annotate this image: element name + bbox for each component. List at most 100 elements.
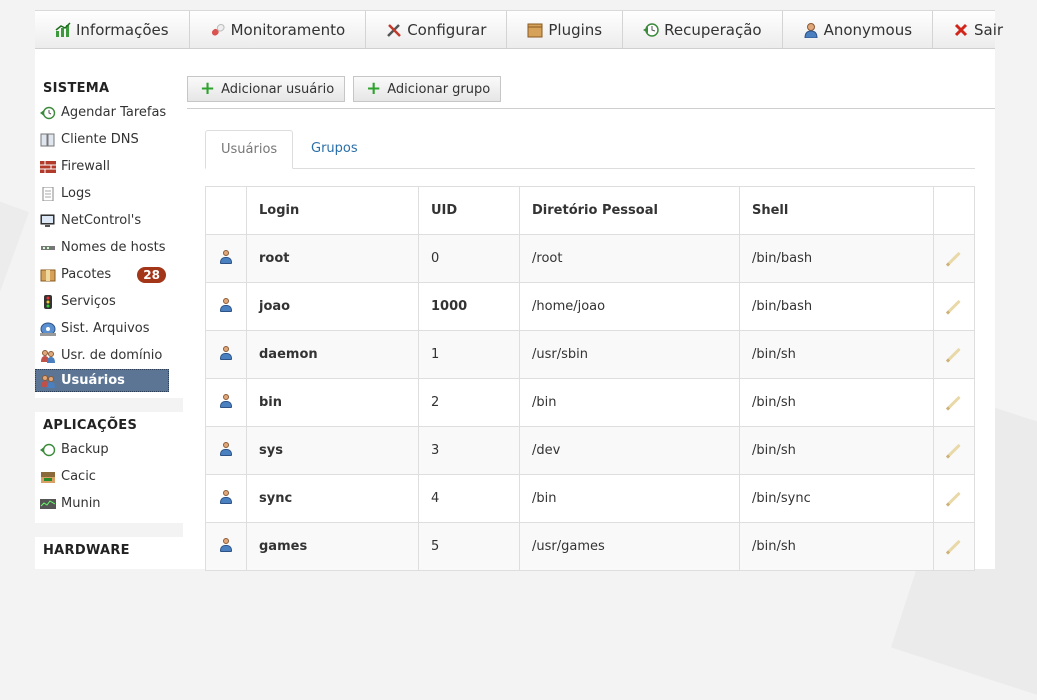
- sidebar-item-servicos[interactable]: Serviços: [35, 288, 183, 315]
- sidebar-item-munin[interactable]: Munin: [35, 490, 183, 517]
- cell-shell: /bin/bash: [739, 234, 934, 283]
- user-icon: [219, 345, 233, 360]
- menu-label: Configurar: [407, 20, 487, 39]
- cell-home: /root: [519, 234, 740, 283]
- header-login: Login: [246, 186, 419, 235]
- edit-cell[interactable]: [933, 234, 975, 283]
- sidebar-item-sist-arquivos[interactable]: Sist. Arquivos: [35, 315, 183, 342]
- user-icon: [219, 393, 233, 408]
- edit-cell[interactable]: [933, 522, 975, 571]
- pencil-icon[interactable]: [947, 251, 961, 266]
- cell-shell: /bin/sh: [739, 426, 934, 475]
- table-row[interactable]: bin 2 /bin /bin/sh: [205, 378, 975, 427]
- menu-recuperacao[interactable]: Recuperação: [623, 11, 783, 48]
- button-label: Adicionar grupo: [387, 81, 491, 97]
- menu-informacoes[interactable]: Informações: [35, 11, 190, 48]
- sidebar-item-logs[interactable]: Logs: [35, 180, 183, 207]
- sidebar-item-label: Backup: [61, 442, 109, 457]
- cell-uid: 0: [418, 234, 520, 283]
- add-user-button[interactable]: + Adicionar usuário: [187, 76, 346, 102]
- menu-monitoramento[interactable]: Monitoramento: [190, 11, 367, 48]
- sidebar-item-netcontrols[interactable]: NetControl's: [35, 207, 183, 234]
- network-icon: [40, 241, 56, 255]
- cell-shell: /bin/sh: [739, 378, 934, 427]
- menu-label: Recuperação: [664, 20, 762, 39]
- traffic-light-icon: [40, 294, 56, 309]
- cell-login: daemon: [246, 330, 419, 379]
- divider: [187, 108, 995, 109]
- table-row[interactable]: sync 4 /bin /bin/sync: [205, 474, 975, 523]
- cell-uid: 5: [418, 522, 520, 571]
- sidebar-item-label: Cacic: [61, 469, 96, 484]
- add-group-button[interactable]: + Adicionar grupo: [353, 76, 502, 102]
- user-icon: [219, 489, 233, 504]
- sidebar-section-title: HARDWARE: [43, 543, 130, 558]
- cell-home: /dev: [519, 426, 740, 475]
- cell-home: /bin: [519, 474, 740, 523]
- header-edit-column: [933, 186, 975, 235]
- tools-icon: [386, 22, 402, 38]
- table-row[interactable]: root 0 /root /bin/bash: [205, 234, 975, 283]
- user-icon: [803, 22, 819, 38]
- header-uid: UID: [418, 186, 520, 235]
- table-row[interactable]: sys 3 /dev /bin/sh: [205, 426, 975, 475]
- pencil-icon[interactable]: [947, 491, 961, 506]
- action-bar: + Adicionar usuário + Adicionar grupo: [187, 76, 502, 102]
- cacic-icon: [40, 470, 56, 484]
- disk-icon: [40, 322, 56, 336]
- tab-grupos[interactable]: Grupos: [296, 130, 373, 168]
- menu-plugins[interactable]: Plugins: [507, 11, 624, 48]
- menu-label: Plugins: [548, 20, 603, 39]
- header-home: Diretório Pessoal: [519, 186, 740, 235]
- cell-shell: /bin/sh: [739, 330, 934, 379]
- sidebar-item-pacotes[interactable]: Pacotes 28: [35, 261, 183, 288]
- row-icon-cell: [205, 330, 247, 379]
- edit-cell[interactable]: [933, 378, 975, 427]
- edit-cell[interactable]: [933, 282, 975, 331]
- edit-cell[interactable]: [933, 426, 975, 475]
- menu-label: Sair: [974, 20, 1004, 39]
- pencil-icon[interactable]: [947, 443, 961, 458]
- row-icon-cell: [205, 378, 247, 427]
- graph-icon: [40, 497, 56, 511]
- pencil-icon[interactable]: [947, 395, 961, 410]
- pencil-icon[interactable]: [947, 539, 961, 554]
- sidebar-item-cacic[interactable]: Cacic: [35, 463, 183, 490]
- row-icon-cell: [205, 474, 247, 523]
- table-row[interactable]: joao 1000 /home/joao /bin/bash: [205, 282, 975, 331]
- sidebar-item-usuarios[interactable]: Usuários: [35, 369, 169, 392]
- menu-configurar[interactable]: Configurar: [366, 11, 508, 48]
- plus-icon: +: [200, 78, 216, 99]
- sidebar-item-label: Firewall: [61, 159, 111, 174]
- sidebar-item-agendar-tarefas[interactable]: Agendar Tarefas: [35, 99, 183, 126]
- sidebar-item-nomes-de-hosts[interactable]: Nomes de hosts: [35, 234, 183, 261]
- tab-usuarios[interactable]: Usuários: [205, 130, 294, 169]
- sidebar-item-backup[interactable]: Backup: [35, 436, 183, 463]
- tab-bar: Usuários Grupos: [205, 130, 975, 169]
- document-icon: [40, 186, 56, 201]
- sidebar-item-label: Usr. de domínio: [61, 348, 163, 363]
- sidebar-item-cliente-dns[interactable]: Cliente DNS: [35, 126, 183, 153]
- users-icon: [40, 349, 56, 363]
- menu-anonymous[interactable]: Anonymous: [783, 11, 934, 48]
- menu-sair[interactable]: Sair: [933, 11, 1023, 48]
- pencil-icon[interactable]: [947, 299, 961, 314]
- sidebar-item-label: NetControl's: [61, 213, 142, 228]
- cell-login: games: [246, 522, 419, 571]
- sidebar-section-title: SISTEMA: [43, 81, 110, 96]
- edit-cell[interactable]: [933, 330, 975, 379]
- sidebar-item-usr-de-dominio[interactable]: Usr. de domínio: [35, 342, 183, 369]
- cell-shell: /bin/sync: [739, 474, 934, 523]
- user-icon: [219, 537, 233, 552]
- edit-cell[interactable]: [933, 474, 975, 523]
- user-icon: [219, 297, 233, 312]
- table-row[interactable]: games 5 /usr/games /bin/sh: [205, 522, 975, 571]
- cell-uid: 2: [418, 378, 520, 427]
- menu-label: Monitoramento: [230, 20, 346, 39]
- table-row[interactable]: daemon 1 /usr/sbin /bin/sh: [205, 330, 975, 379]
- sidebar-item-firewall[interactable]: Firewall: [35, 153, 183, 180]
- sidebar-item-label: Serviços: [61, 294, 116, 309]
- sidebar-item-label: Sist. Arquivos: [61, 321, 150, 336]
- pencil-icon[interactable]: [947, 347, 961, 362]
- cell-login: root: [246, 234, 419, 283]
